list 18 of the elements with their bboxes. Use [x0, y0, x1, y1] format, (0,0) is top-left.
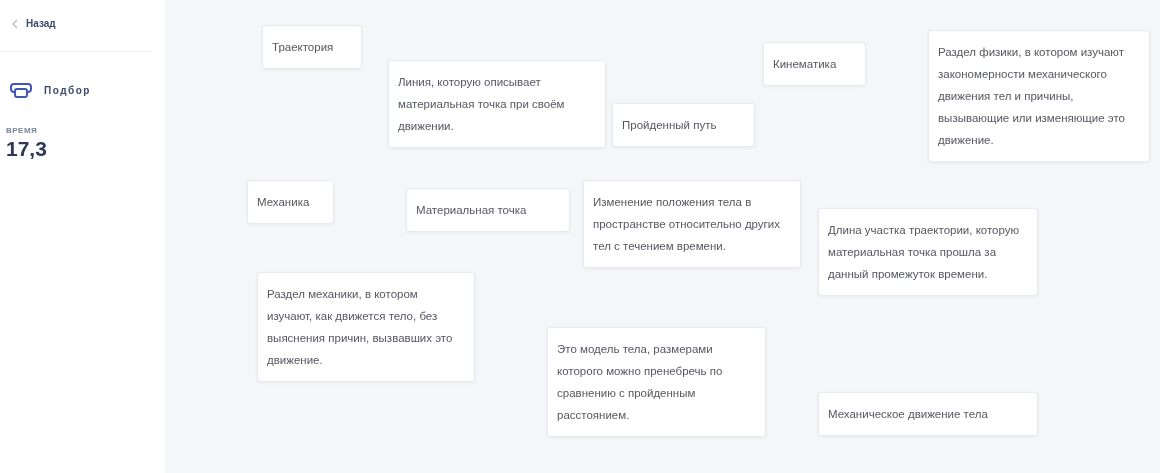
match-card[interactable]: Это модель тела, размерами которого можно пренебречь по сравнению с пройденным расстоянием.	[547, 327, 766, 437]
timer-label: ВРЕМЯ	[6, 126, 39, 135]
mode-title: Подбор	[44, 84, 91, 96]
match-card[interactable]: Пройденный путь	[612, 103, 755, 147]
match-card[interactable]: Кинематика	[763, 42, 866, 86]
match-card[interactable]: Линия, которую описывает материальная точка при своём движении.	[388, 60, 606, 148]
cards-icon	[10, 82, 34, 98]
match-card[interactable]: Раздел физики, в котором изучают закономерности механического движения тел и причины, вызывающие или изменяющие это движение.	[928, 30, 1150, 162]
match-card[interactable]: Изменение положения тела в пространстве относительно других тел с течением времени.	[583, 180, 801, 268]
match-card[interactable]: Материальная точка	[406, 188, 570, 232]
chevron-left-icon	[12, 18, 18, 29]
match-card[interactable]: Длина участка траектории, которую материальная точка прошла за данный промежуток времени.	[818, 208, 1038, 296]
back-link[interactable]: Назад	[0, 18, 56, 29]
match-card[interactable]: Траектория	[262, 25, 362, 69]
timer-value: 17,3	[6, 137, 48, 161]
match-card[interactable]: Механическое движение тела	[818, 392, 1038, 436]
match-card[interactable]: Механика	[247, 180, 334, 224]
match-card[interactable]: Раздел механики, в котором изучают, как движется тело, без выяснения причин, вызвавших это движение.	[257, 272, 475, 382]
